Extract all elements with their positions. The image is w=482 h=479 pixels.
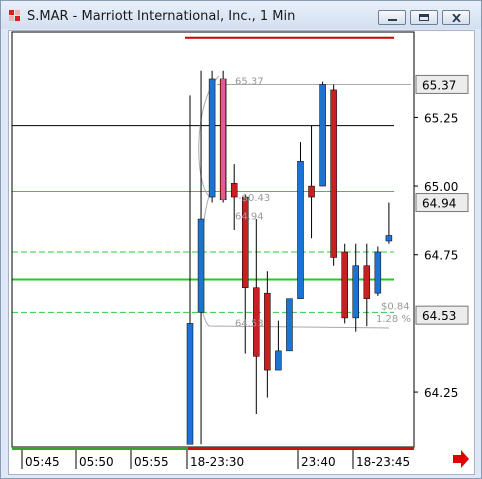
window-title: S.MAR - Marriott International, Inc., 1 … <box>27 9 296 24</box>
candle[interactable] <box>208 70 216 203</box>
candle[interactable] <box>286 298 293 352</box>
price-box: 65.37 <box>415 74 469 94</box>
candle[interactable] <box>374 246 382 296</box>
annotation-label: $0.84 <box>381 302 410 313</box>
annotation-label: 64.94 <box>235 212 264 223</box>
price-box-label: 64.94 <box>422 197 456 211</box>
candle[interactable] <box>253 219 260 415</box>
candle[interactable] <box>363 243 371 327</box>
candle-body <box>352 265 359 319</box>
candle-body <box>230 183 238 198</box>
candle-body <box>208 78 216 198</box>
price-box-label: 64.53 <box>422 309 456 323</box>
annotation-label: 65.37 <box>235 76 264 87</box>
close-button[interactable] <box>442 10 470 25</box>
y-tick-label: 64.75 <box>424 249 458 263</box>
candle-body <box>385 235 393 242</box>
session-bar-regular <box>188 447 414 450</box>
candle[interactable] <box>330 84 337 266</box>
scroll-right-arrow-icon[interactable] <box>453 450 469 468</box>
annotation-label: 64.53 <box>235 319 264 330</box>
candle-body <box>374 251 382 294</box>
session-bar-premarket <box>12 447 188 450</box>
candle[interactable] <box>197 70 205 445</box>
candle-body <box>264 292 271 371</box>
price-box-label: 65.37 <box>422 78 456 92</box>
candle[interactable] <box>275 320 282 371</box>
candle[interactable] <box>297 142 304 299</box>
measure-curve <box>198 75 390 329</box>
candle-body <box>319 84 326 187</box>
candle[interactable] <box>264 271 271 398</box>
minimize-icon <box>388 19 397 21</box>
price-box: 64.94 <box>415 193 469 213</box>
x-tick-label: 18-23:30 <box>190 455 244 469</box>
candle-body <box>275 350 282 371</box>
candle-body <box>308 185 315 198</box>
candle-body <box>197 218 205 313</box>
y-tick-label: 65.25 <box>424 111 458 125</box>
candle-body <box>330 89 337 258</box>
chart-frame: 65.37 -$0.43 64.94 $0.84 1.28 % 64.53 65.25 65… <box>8 30 475 475</box>
title-bar[interactable]: S.MAR - Marriott International, Inc., 1 … <box>1 1 481 29</box>
annotation-label: -$0.43 <box>238 193 270 204</box>
candle[interactable] <box>319 81 326 187</box>
candle[interactable] <box>308 125 315 239</box>
minimize-button[interactable] <box>378 10 406 25</box>
candle-body <box>363 265 371 299</box>
annotation-label: 1.28 % <box>376 314 411 325</box>
x-tick-label: 23:40 <box>301 455 336 469</box>
highlight-bar <box>221 78 225 200</box>
x-tick-label: 18-23:45 <box>356 455 410 469</box>
app-icon <box>9 10 20 21</box>
y-tick-label: 64.25 <box>424 386 458 400</box>
candle[interactable] <box>385 202 393 244</box>
restore-icon <box>419 14 429 21</box>
x-tick-label: 05:50 <box>79 455 114 469</box>
price-box: 64.53 <box>415 305 469 325</box>
candle[interactable] <box>186 95 194 445</box>
chart-window: S.MAR - Marriott International, Inc., 1 … <box>0 0 482 479</box>
candle[interactable] <box>341 243 348 324</box>
restore-button[interactable] <box>410 10 438 25</box>
x-tick-label: 05:55 <box>134 455 169 469</box>
candle-body <box>186 323 194 445</box>
candle-body <box>286 298 293 352</box>
candle-body <box>297 161 304 299</box>
x-tick-label: 05:45 <box>25 455 60 469</box>
candle-body <box>341 251 348 319</box>
y-tick-label: 65.00 <box>424 180 458 194</box>
candle[interactable] <box>352 243 359 332</box>
close-icon <box>452 14 461 22</box>
price-chart[interactable]: 65.37 -$0.43 64.94 $0.841.28 % 64.53 65.25 65… <box>9 31 474 474</box>
